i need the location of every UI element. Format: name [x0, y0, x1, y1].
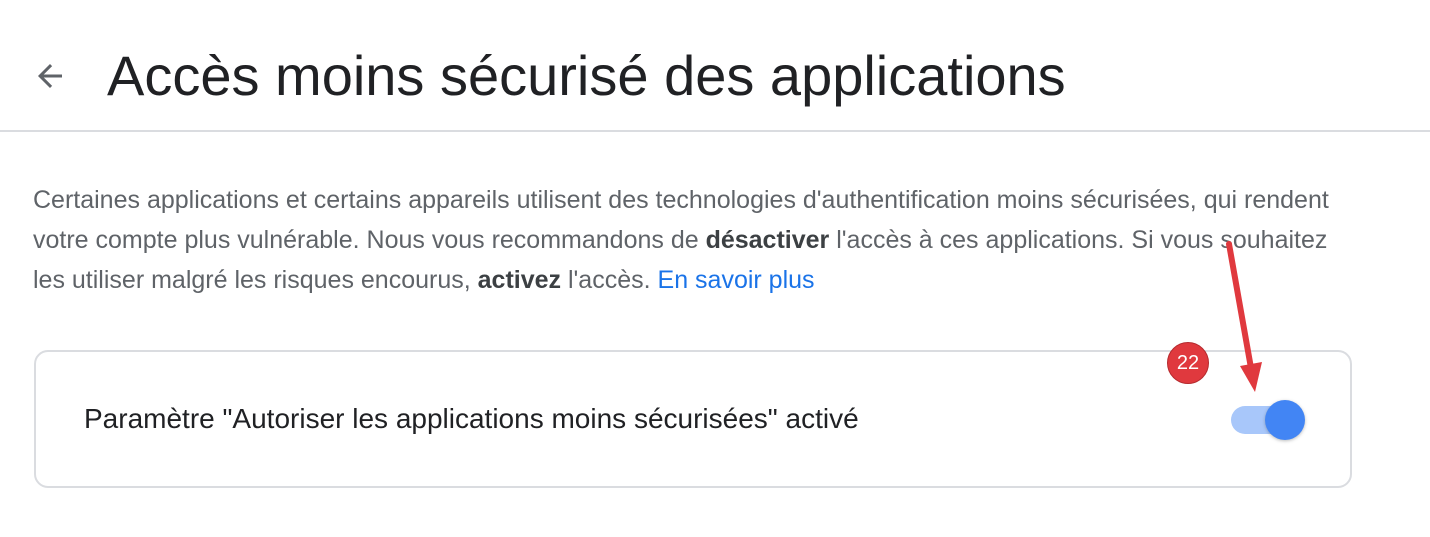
back-button[interactable]: [26, 52, 74, 100]
allow-less-secure-apps-toggle[interactable]: [1231, 400, 1305, 440]
description-text: Certaines applications et certains appar…: [33, 180, 1363, 300]
description-part-3: l'accès.: [561, 266, 658, 294]
learn-more-link[interactable]: En savoir plus: [658, 266, 815, 294]
page-title: Accès moins sécurisé des applications: [107, 44, 1066, 107]
description-bold-enable: activez: [477, 266, 562, 294]
arrow-back-icon: [38, 64, 62, 88]
setting-label: Paramètre "Autoriser les applications mo…: [84, 403, 859, 434]
toggle-knob: [1265, 400, 1305, 440]
annotation-step-badge: 22: [1167, 342, 1209, 384]
setting-card: Paramètre "Autoriser les applications mo…: [34, 350, 1352, 488]
description-bold-disable: désactiver: [705, 226, 830, 254]
page-header: Accès moins sécurisé des applications: [0, 0, 1430, 132]
